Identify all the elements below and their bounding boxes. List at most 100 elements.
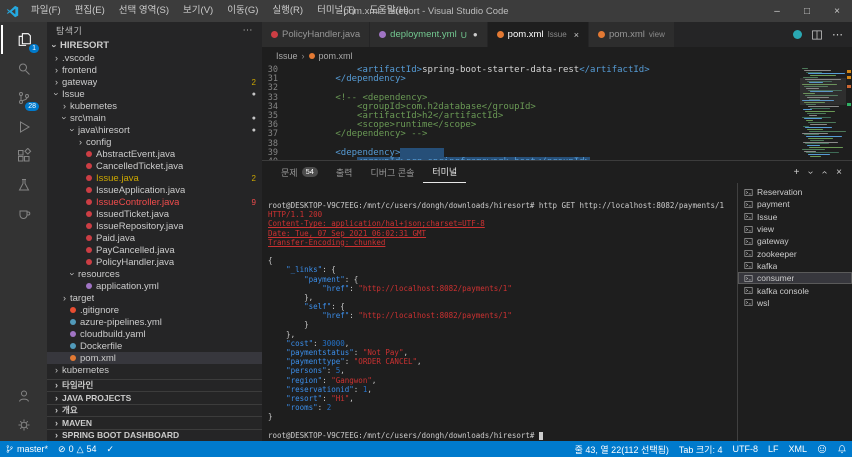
more-actions-icon[interactable]: ⋯ <box>243 25 254 36</box>
more-editor-actions-icon[interactable]: ⋯ <box>832 28 843 41</box>
tab-label: pom.xml <box>608 29 645 40</box>
tree-item-azure-pipelines.yml[interactable]: azure-pipelines.yml <box>47 316 262 328</box>
tree-item-.gitignore[interactable]: .gitignore <box>47 304 262 316</box>
close-window-button[interactable]: × <box>822 0 852 22</box>
activity-spring-boot-icon[interactable] <box>1 199 46 228</box>
panel-tab-출력[interactable]: 출력 <box>327 161 362 183</box>
terminal-session-wsl[interactable]: wsl <box>738 297 852 309</box>
tree-item-target[interactable]: › target <box>47 292 262 304</box>
extension-status-icon[interactable] <box>793 30 802 39</box>
maximize-button[interactable]: □ <box>792 0 822 22</box>
terminal-session-Reservation[interactable]: Reservation <box>738 186 852 198</box>
sidebar-section-타임라인[interactable]: › 타임라인 <box>47 378 262 392</box>
minimize-button[interactable]: – <box>762 0 792 22</box>
terminal-session-payment[interactable]: payment <box>738 198 852 210</box>
menu-item[interactable]: 실행(R) <box>265 0 310 22</box>
settings-gear-icon[interactable] <box>1 410 46 439</box>
split-editor-icon[interactable] <box>811 29 823 41</box>
terminal-list: Reservation payment Issue view gateway zookee… <box>737 183 852 441</box>
code-editor[interactable]: 30 <artifactId>spring-boot-starter-data-… <box>262 65 800 160</box>
tree-item-Issue.java[interactable]: Issue.java 2 <box>47 172 262 184</box>
breadcrumb-item-file[interactable]: pom.xml <box>319 51 353 61</box>
tree-item-Issue[interactable]: › Issue ● <box>47 88 262 100</box>
tree-item-frontend[interactable]: › frontend <box>47 64 262 76</box>
menu-item[interactable]: 보기(V) <box>176 0 220 22</box>
tab-deployment.yml[interactable]: deployment.yml U ● <box>370 22 488 47</box>
terminal-session-view[interactable]: view <box>738 223 852 235</box>
sidebar-section-SPRING BOOT DASHBOARD[interactable]: › SPRING BOOT DASHBOARD <box>47 428 262 442</box>
eol-setting[interactable]: LF <box>763 441 784 457</box>
tree-item-IssueRepository.java[interactable]: IssueRepository.java <box>47 220 262 232</box>
new-terminal-icon[interactable]: + <box>794 167 800 178</box>
tree-item-resources[interactable]: › resources <box>47 268 262 280</box>
tree-item-kubernetes[interactable]: › kubernetes <box>47 100 262 112</box>
menu-item[interactable]: 이동(G) <box>220 0 265 22</box>
activity-run-debug-icon[interactable] <box>1 112 46 141</box>
maximize-panel-icon[interactable]: › <box>819 170 830 173</box>
language-mode[interactable]: XML <box>783 441 812 457</box>
activity-explorer-icon[interactable]: 1 <box>1 25 46 54</box>
terminal-session-zookeeper[interactable]: zookeeper <box>738 247 852 259</box>
activity-extensions-icon[interactable] <box>1 141 46 170</box>
sidebar-section-MAVEN[interactable]: › MAVEN <box>47 416 262 429</box>
sidebar-section-개요[interactable]: › 개요 <box>47 403 262 417</box>
minimap[interactable] <box>800 65 846 160</box>
activity-test-icon[interactable] <box>1 170 46 199</box>
panel-tab-터미널[interactable]: 터미널 <box>423 161 467 183</box>
tree-root-hiresort[interactable]: › HIRESORT <box>47 39 262 52</box>
status-check-icon[interactable]: ✓ <box>102 441 120 457</box>
problems-indicator[interactable]: ⊘ 0 △ 54 <box>53 441 102 457</box>
tree-item-src\main[interactable]: › src\main ● <box>47 112 262 124</box>
indentation-setting[interactable]: Tab 크기: 4 <box>674 441 728 457</box>
accounts-icon[interactable] <box>1 381 46 410</box>
tree-item-AbstractEvent.java[interactable]: AbstractEvent.java <box>47 148 262 160</box>
terminal-session-consumer[interactable]: consumer <box>738 272 852 285</box>
tree-item-label: .gitignore <box>80 304 120 316</box>
tree-item-kubernetes[interactable]: › kubernetes <box>47 364 262 376</box>
breadcrumb-item-folder[interactable]: Issue <box>276 51 298 61</box>
sidebar-section-JAVA PROJECTS[interactable]: › JAVA PROJECTS <box>47 391 262 404</box>
tree-item-IssuedTicket.java[interactable]: IssuedTicket.java <box>47 208 262 220</box>
tree-item-label: resources <box>78 268 120 280</box>
tree-item-application.yml[interactable]: application.yml <box>47 280 262 292</box>
branch-indicator[interactable]: master* <box>0 441 53 457</box>
encoding-setting[interactable]: UTF-8 <box>727 441 763 457</box>
menu-item[interactable]: 파일(F) <box>24 0 68 22</box>
terminal-session-Issue[interactable]: Issue <box>738 211 852 223</box>
activity-search-icon[interactable] <box>1 54 46 83</box>
tree-item-pom.xml[interactable]: pom.xml <box>47 352 262 364</box>
menu-item[interactable]: 선택 영역(S) <box>112 0 176 22</box>
close-tab-icon[interactable]: × <box>574 30 579 40</box>
tree-item-IssueController.java[interactable]: IssueController.java 9 <box>47 196 262 208</box>
terminal-session-kafka console[interactable]: kafka console <box>738 284 852 296</box>
tree-item-gateway[interactable]: › gateway 2 <box>47 76 262 88</box>
java-file-icon <box>86 235 92 241</box>
tab-PolicyHandler.java[interactable]: PolicyHandler.java <box>262 22 371 47</box>
tree-item-Dockerfile[interactable]: Dockerfile <box>47 340 262 352</box>
tree-item-IssueApplication.java[interactable]: IssueApplication.java <box>47 184 262 196</box>
cursor-position[interactable]: 줄 43, 열 22(112 선택됨) <box>570 441 674 457</box>
tree-item-Paid.java[interactable]: Paid.java <box>47 232 262 244</box>
feedback-smiley-icon[interactable] <box>812 441 832 457</box>
tree-item-config[interactable]: › config <box>47 136 262 148</box>
panel-tab-label: 출력 <box>335 167 353 178</box>
panel-tab-문제[interactable]: 문제 54 <box>272 161 327 183</box>
panel-tab-디버그 콘솔[interactable]: 디버그 콘솔 <box>361 161 423 183</box>
tree-item-PolicyHandler.java[interactable]: PolicyHandler.java <box>47 256 262 268</box>
activity-source-control-icon[interactable]: 28 <box>1 83 46 112</box>
tree-item-java\hiresort[interactable]: › java\hiresort ● <box>47 124 262 136</box>
minimap-slider[interactable] <box>800 78 846 105</box>
tree-item-PayCancelled.java[interactable]: PayCancelled.java <box>47 244 262 256</box>
terminal-dropdown-icon[interactable]: › <box>806 170 817 173</box>
tree-item-.vscode[interactable]: › .vscode <box>47 52 262 64</box>
notifications-bell-icon[interactable] <box>832 441 852 457</box>
menu-item[interactable]: 편집(E) <box>68 0 112 22</box>
terminal-session-kafka[interactable]: kafka <box>738 260 852 272</box>
terminal-session-gateway[interactable]: gateway <box>738 235 852 247</box>
tab-pom.xml[interactable]: pom.xml Issue × <box>487 22 589 47</box>
close-panel-icon[interactable]: × <box>836 167 842 178</box>
terminal-output[interactable]: root@DESKTOP-V9C7EEG:/mnt/c/users/dongh/… <box>262 183 737 441</box>
tab-pom.xml[interactable]: pom.xml view <box>588 22 675 47</box>
tree-item-CancelledTicket.java[interactable]: CancelledTicket.java <box>47 160 262 172</box>
tree-item-cloudbuild.yaml[interactable]: cloudbuild.yaml <box>47 328 262 340</box>
